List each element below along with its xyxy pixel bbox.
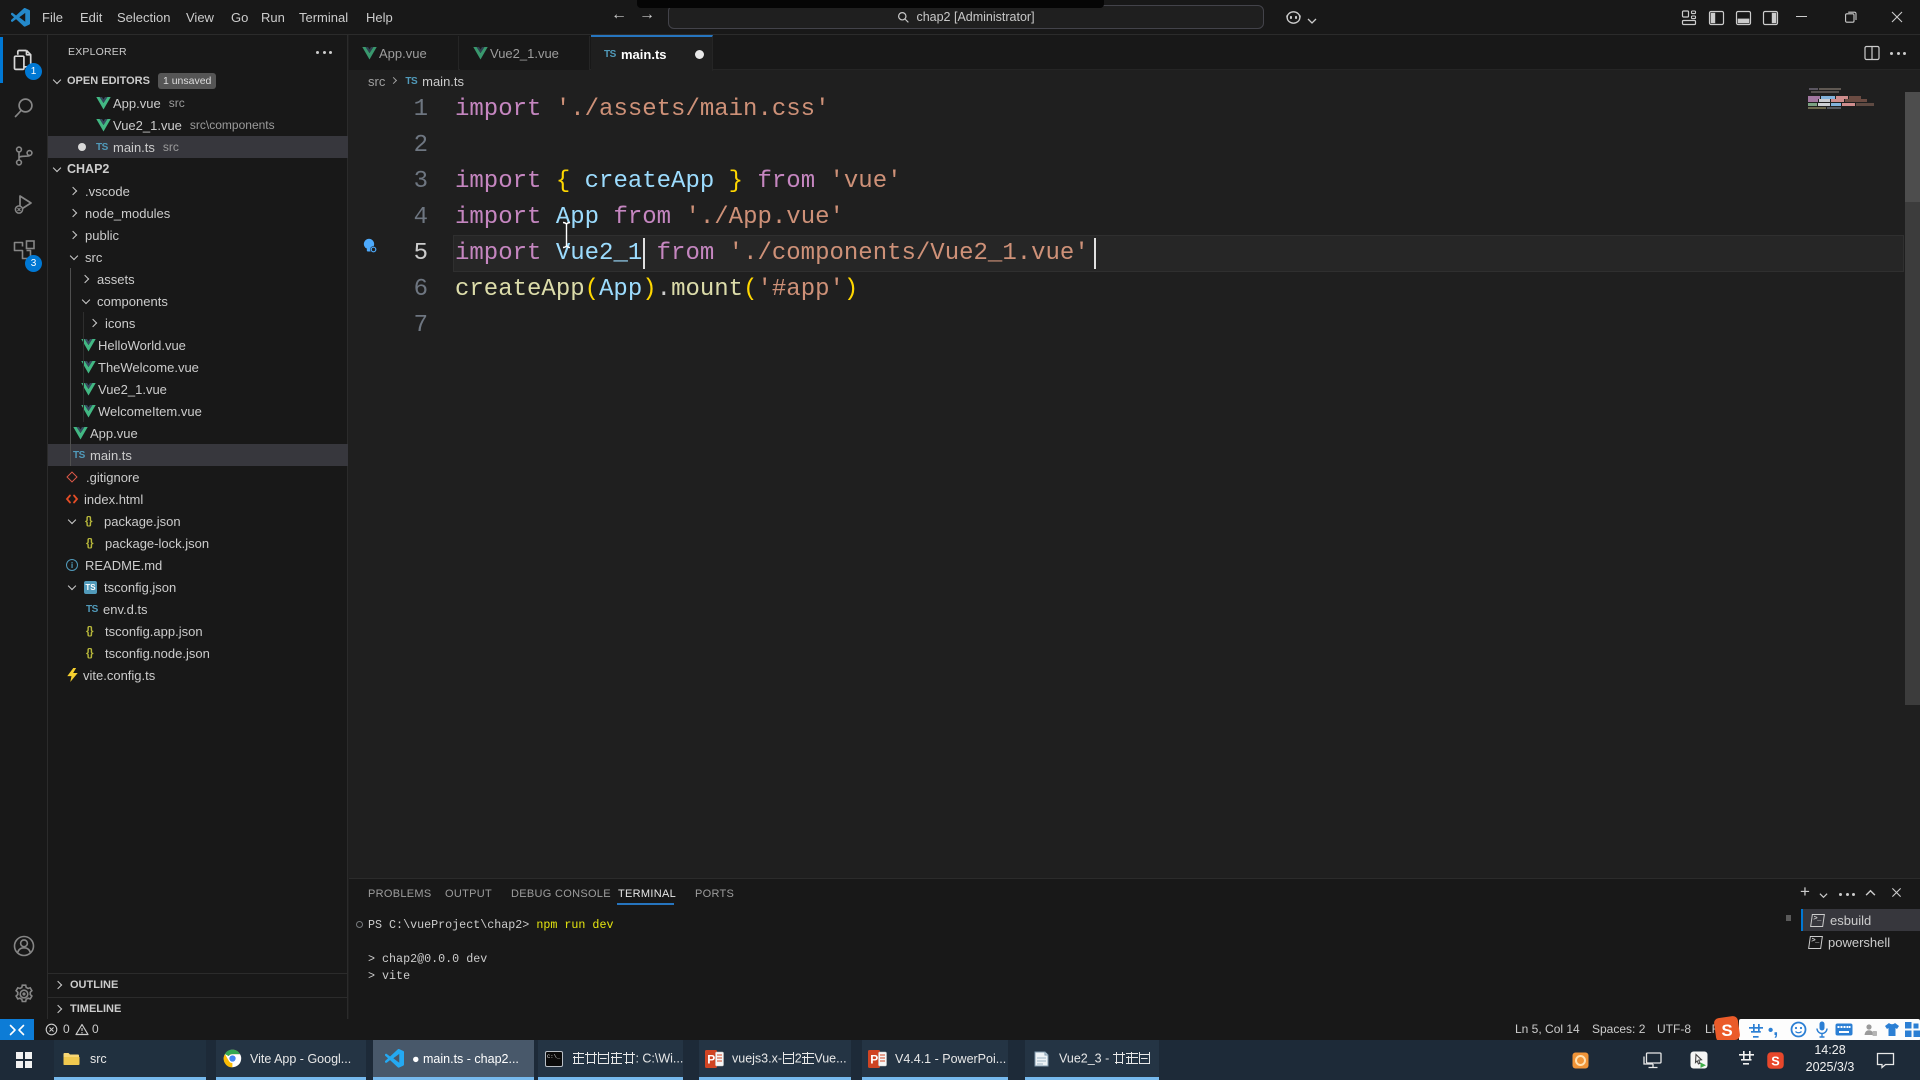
svg-text:P: P — [707, 1052, 715, 1066]
svg-text:P: P — [870, 1052, 878, 1066]
svg-text:S: S — [1771, 1055, 1779, 1069]
svg-text:C:\_: C:\_ — [547, 1053, 561, 1060]
svg-text:S: S — [1721, 1021, 1732, 1040]
